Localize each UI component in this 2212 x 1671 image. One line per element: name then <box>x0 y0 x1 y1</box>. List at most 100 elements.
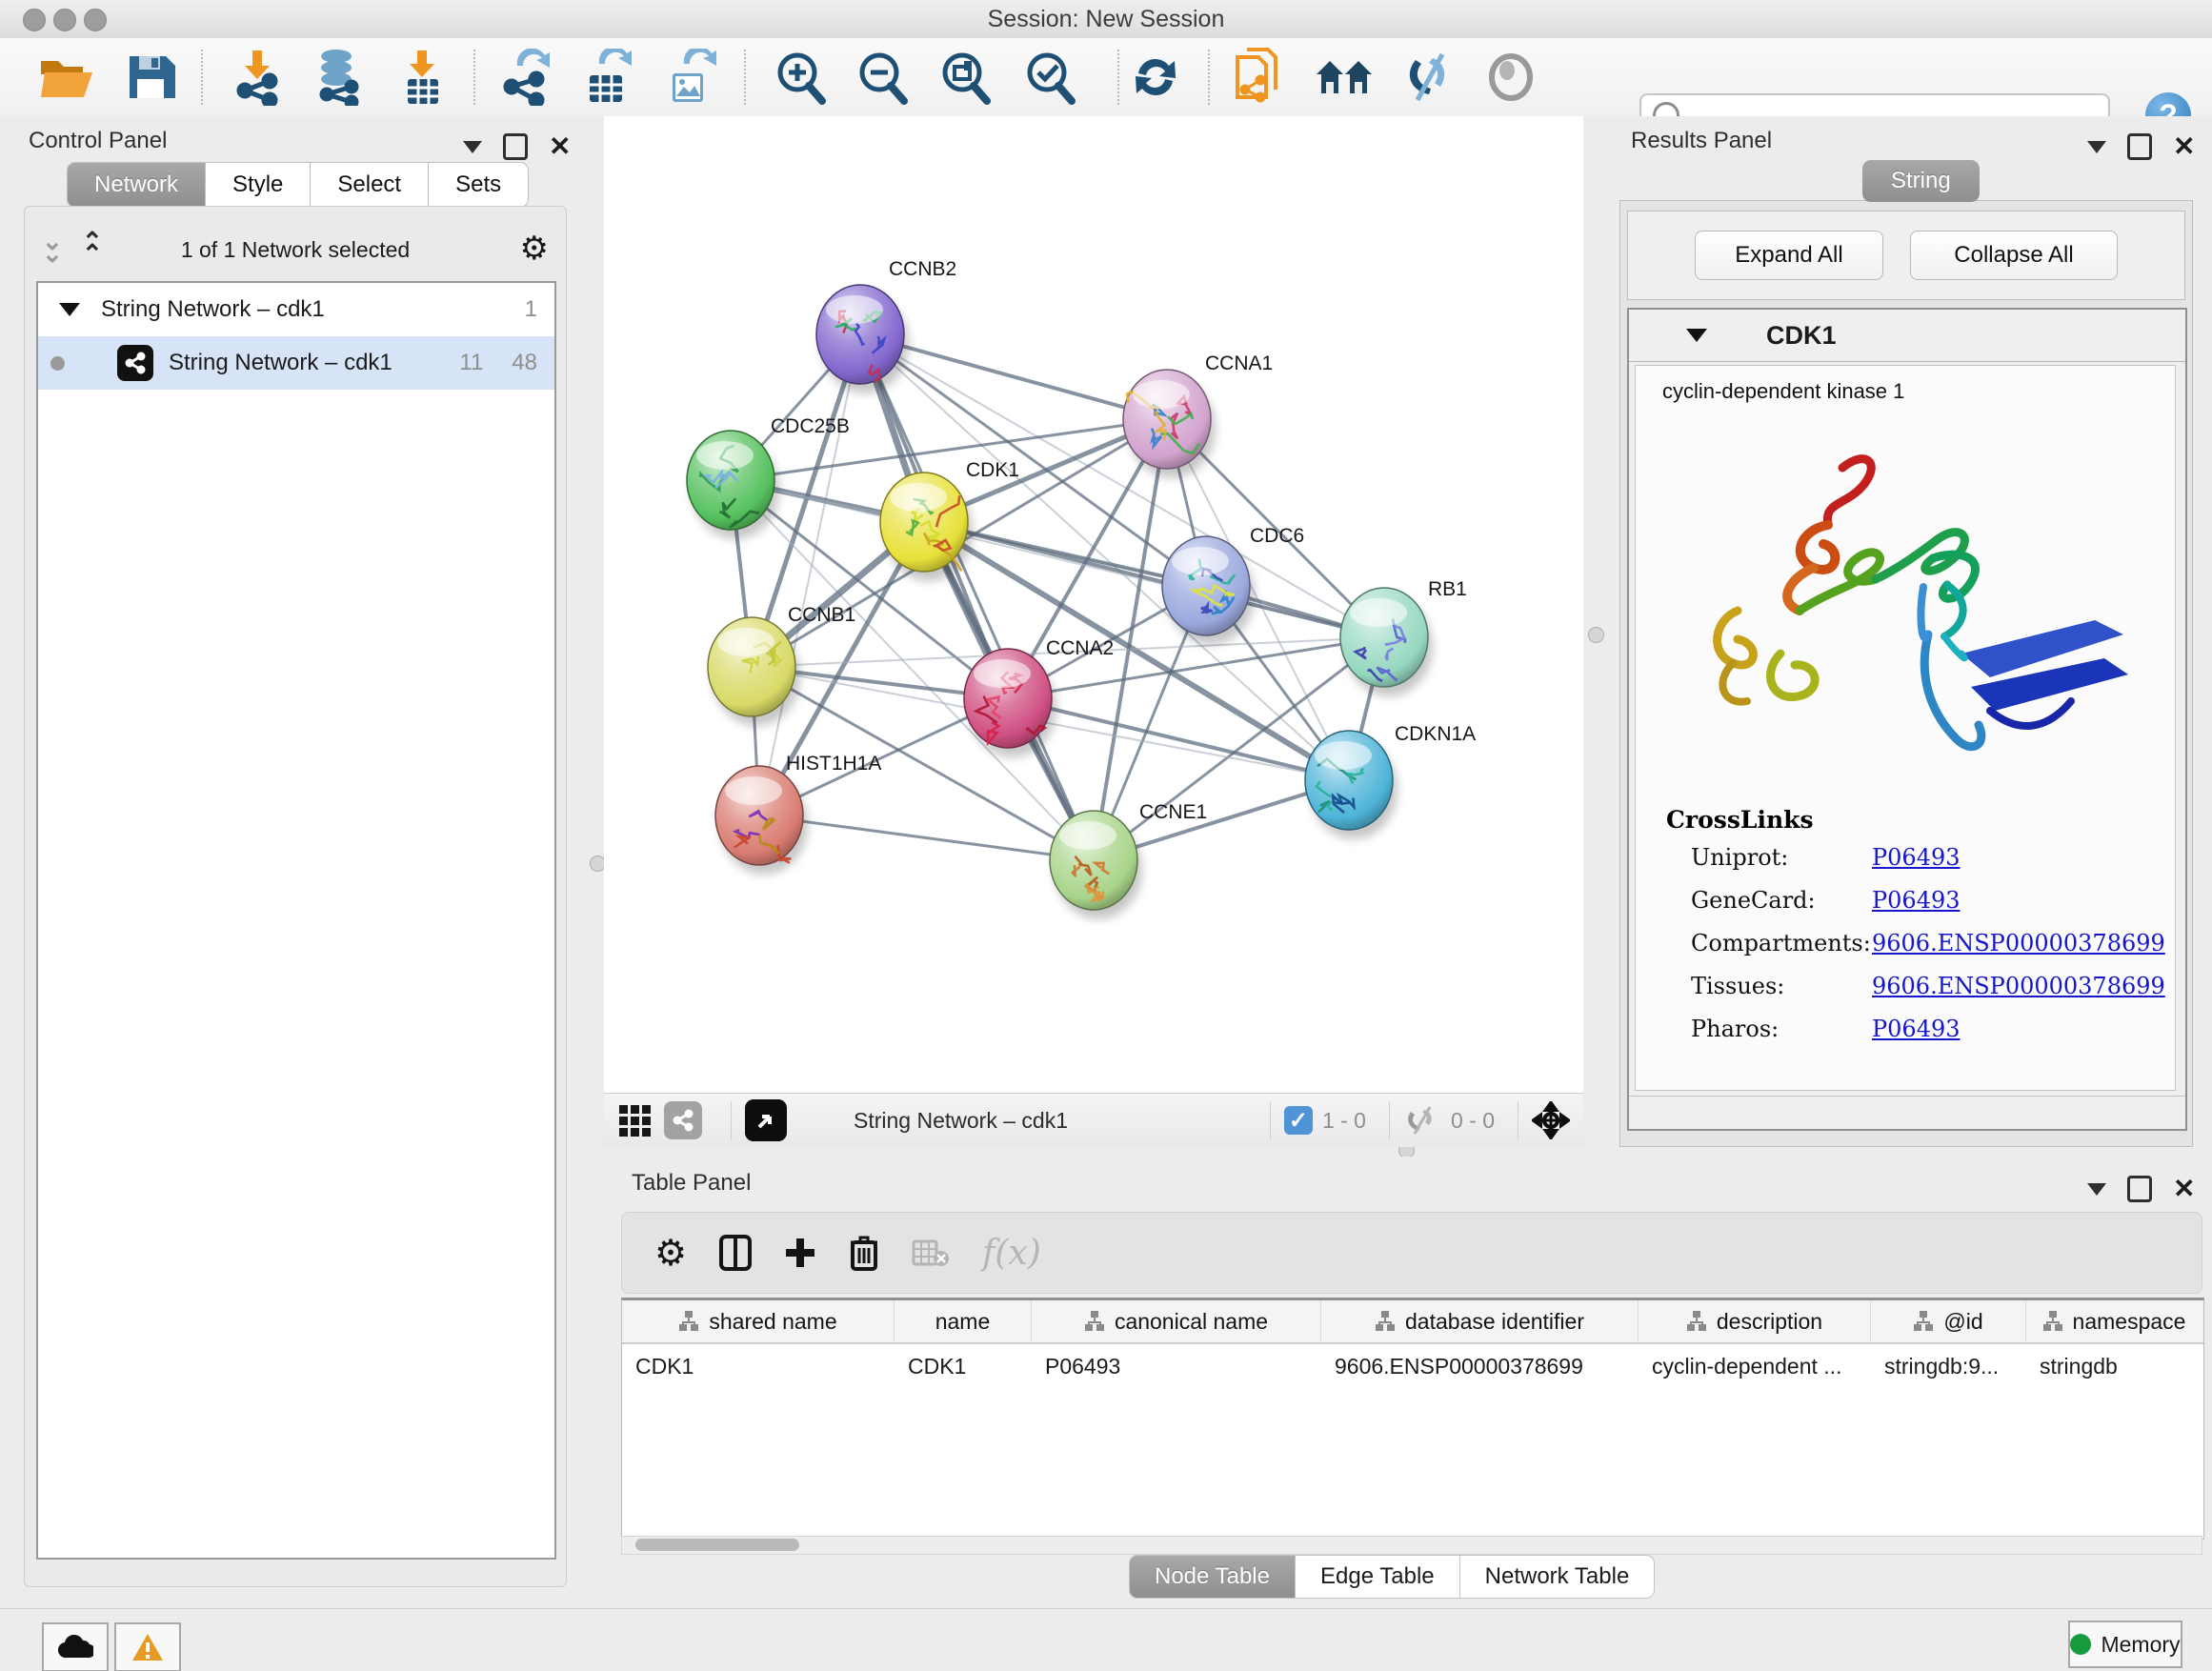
pan-crosshair-icon[interactable] <box>1532 1101 1570 1139</box>
delete-column-icon[interactable] <box>849 1235 879 1271</box>
crosslink-link[interactable]: 9606.ENSP00000378699 <box>1872 973 2165 999</box>
share-document-icon[interactable] <box>1229 47 1290 108</box>
splitter-handle[interactable] <box>1588 627 1604 643</box>
tab-network-table[interactable]: Network Table <box>1460 1555 1656 1599</box>
collection-label: String Network – cdk1 <box>101 296 325 323</box>
panel-menu-icon[interactable] <box>463 141 482 153</box>
network-node-HIST1H1A[interactable]: HIST1H1A <box>715 753 881 875</box>
add-column-icon[interactable] <box>784 1237 816 1269</box>
panel-close-icon[interactable]: ✕ <box>2173 1178 2195 1199</box>
open-session-icon[interactable] <box>36 47 97 108</box>
tab-edge-table[interactable]: Edge Table <box>1296 1555 1460 1599</box>
collapse-all-button[interactable]: Collapse All <box>1910 231 2118 280</box>
tab-style[interactable]: Style <box>206 162 311 208</box>
column-header-description[interactable]: description <box>1639 1300 1871 1342</box>
network-edge[interactable] <box>860 334 1094 860</box>
tab-select[interactable]: Select <box>311 162 429 208</box>
column-header-name[interactable]: name <box>895 1300 1032 1342</box>
memory-button[interactable]: Memory <box>2068 1621 2182 1668</box>
attribute-icon <box>2042 1310 2063 1333</box>
warning-button[interactable] <box>114 1622 181 1671</box>
show-columns-icon[interactable] <box>719 1235 752 1271</box>
import-network-database-icon[interactable] <box>308 47 369 108</box>
title-bar: Session: New Session <box>0 0 2212 39</box>
zoom-in-icon[interactable] <box>770 47 831 108</box>
hide-unhide-icon[interactable] <box>1398 47 1458 108</box>
cloud-status-button[interactable] <box>42 1622 109 1671</box>
results-scroll-gutter[interactable] <box>1629 1096 2185 1129</box>
network-node-label: CDKN1A <box>1395 723 1476 745</box>
expand-all-button[interactable]: Expand All <box>1695 231 1883 280</box>
panel-float-icon[interactable] <box>2127 1176 2152 1202</box>
tab-network[interactable]: Network <box>67 162 206 208</box>
zoom-fit-icon[interactable] <box>935 47 995 108</box>
crosslink-link[interactable]: P06493 <box>1872 1016 1961 1042</box>
selected-checkbox[interactable]: ✓ <box>1284 1106 1313 1135</box>
table-horizontal-scrollbar[interactable] <box>621 1536 2202 1555</box>
column-header-shared-name[interactable]: shared name <box>622 1300 895 1342</box>
gene-header-row[interactable]: CDK1 <box>1629 310 2185 362</box>
crosslink-link[interactable]: P06493 <box>1872 887 1961 914</box>
vertical-splitter-right[interactable] <box>1583 116 1608 1157</box>
table-row[interactable]: CDK1 CDK1 P06493 9606.ENSP00000378699 cy… <box>622 1344 2203 1388</box>
string-network-icon <box>117 345 153 381</box>
tab-node-table[interactable]: Node Table <box>1129 1555 1296 1599</box>
column-header-canonical-name[interactable]: canonical name <box>1032 1300 1321 1342</box>
hidden-eye-icon[interactable] <box>1403 1106 1441 1135</box>
network-collection-row[interactable]: String Network – cdk1 1 <box>38 283 554 336</box>
crosslink-label: GeneCard: <box>1691 887 1816 914</box>
crosslink-link[interactable]: 9606.ENSP00000378699 <box>1872 930 2165 956</box>
panel-close-icon[interactable]: ✕ <box>549 136 571 157</box>
clear-table-icon[interactable] <box>912 1238 950 1268</box>
zoom-selected-icon[interactable] <box>1019 47 1080 108</box>
panel-float-icon[interactable] <box>503 133 528 160</box>
network-node-CCNB1[interactable]: CCNB1 <box>708 604 855 726</box>
refresh-icon[interactable] <box>1125 47 1186 108</box>
column-header-id[interactable]: @id <box>1871 1300 2026 1342</box>
network-edge[interactable] <box>924 522 1384 637</box>
column-header-namespace[interactable]: namespace <box>2026 1300 2202 1342</box>
network-node-CDKN1A[interactable]: CDKN1A <box>1305 723 1476 839</box>
network-node-CCNB2[interactable]: CCNB2 <box>816 258 956 393</box>
collection-expand-icon[interactable] <box>59 303 80 316</box>
control-panel: Control Panel ✕ Network Style Select Set… <box>0 116 591 1608</box>
network-node-CDC25B[interactable]: CDC25B <box>687 415 850 539</box>
panel-float-icon[interactable] <box>2127 133 2152 160</box>
string-view-icon[interactable] <box>664 1101 702 1139</box>
vertical-splitter-left[interactable] <box>590 116 604 1608</box>
hidden-counts: 0 - 0 <box>1451 1108 1495 1134</box>
network-edge[interactable] <box>759 334 860 815</box>
export-table-icon[interactable] <box>576 47 637 108</box>
import-network-file-icon[interactable] <box>228 47 289 108</box>
network-edge[interactable] <box>759 815 1094 860</box>
gene-collapse-icon[interactable] <box>1686 329 1707 342</box>
grid-view-icon[interactable] <box>619 1105 651 1137</box>
export-network-icon[interactable] <box>494 47 555 108</box>
crosslink-link[interactable]: P06493 <box>1872 844 1961 871</box>
export-image-icon[interactable] <box>659 47 720 108</box>
function-builder-icon[interactable]: f(x) <box>982 1234 1041 1273</box>
save-session-icon[interactable] <box>120 47 181 108</box>
import-table-file-icon[interactable] <box>392 47 453 108</box>
panel-menu-icon[interactable] <box>2087 1183 2106 1196</box>
network-options-gear-icon[interactable]: ⚙ <box>520 230 549 268</box>
memory-status-dot <box>2070 1634 2091 1655</box>
network-canvas[interactable]: CCNB2CCNA1CDC25BCDK1CDC6RB1CCNB1CCNA2CDK… <box>604 116 1583 1093</box>
tab-sets[interactable]: Sets <box>429 162 529 208</box>
column-header-database-identifier[interactable]: database identifier <box>1321 1300 1639 1342</box>
network-row[interactable]: String Network – cdk1 11 48 <box>38 336 554 390</box>
scrollbar-thumb[interactable] <box>635 1539 799 1551</box>
table-settings-gear-icon[interactable]: ⚙ <box>654 1232 687 1275</box>
network-node-CDC6[interactable]: CDC6 <box>1162 525 1304 645</box>
birds-eye-view-icon[interactable] <box>745 1099 787 1141</box>
network-node-CCNE1[interactable]: CCNE1 <box>1050 801 1207 919</box>
toggle-glass-icon[interactable] <box>1480 47 1541 108</box>
panel-menu-icon[interactable] <box>2087 141 2106 153</box>
network-node-CCNA1[interactable]: CCNA1 <box>1123 352 1273 478</box>
network-node-CCNA2[interactable]: CCNA2 <box>964 637 1114 757</box>
tab-string[interactable]: String <box>1862 160 1980 202</box>
network-node-RB1[interactable]: RB1 <box>1340 578 1467 696</box>
zoom-out-icon[interactable] <box>852 47 913 108</box>
panel-close-icon[interactable]: ✕ <box>2173 136 2195 157</box>
string-home-icon[interactable] <box>1314 47 1375 108</box>
